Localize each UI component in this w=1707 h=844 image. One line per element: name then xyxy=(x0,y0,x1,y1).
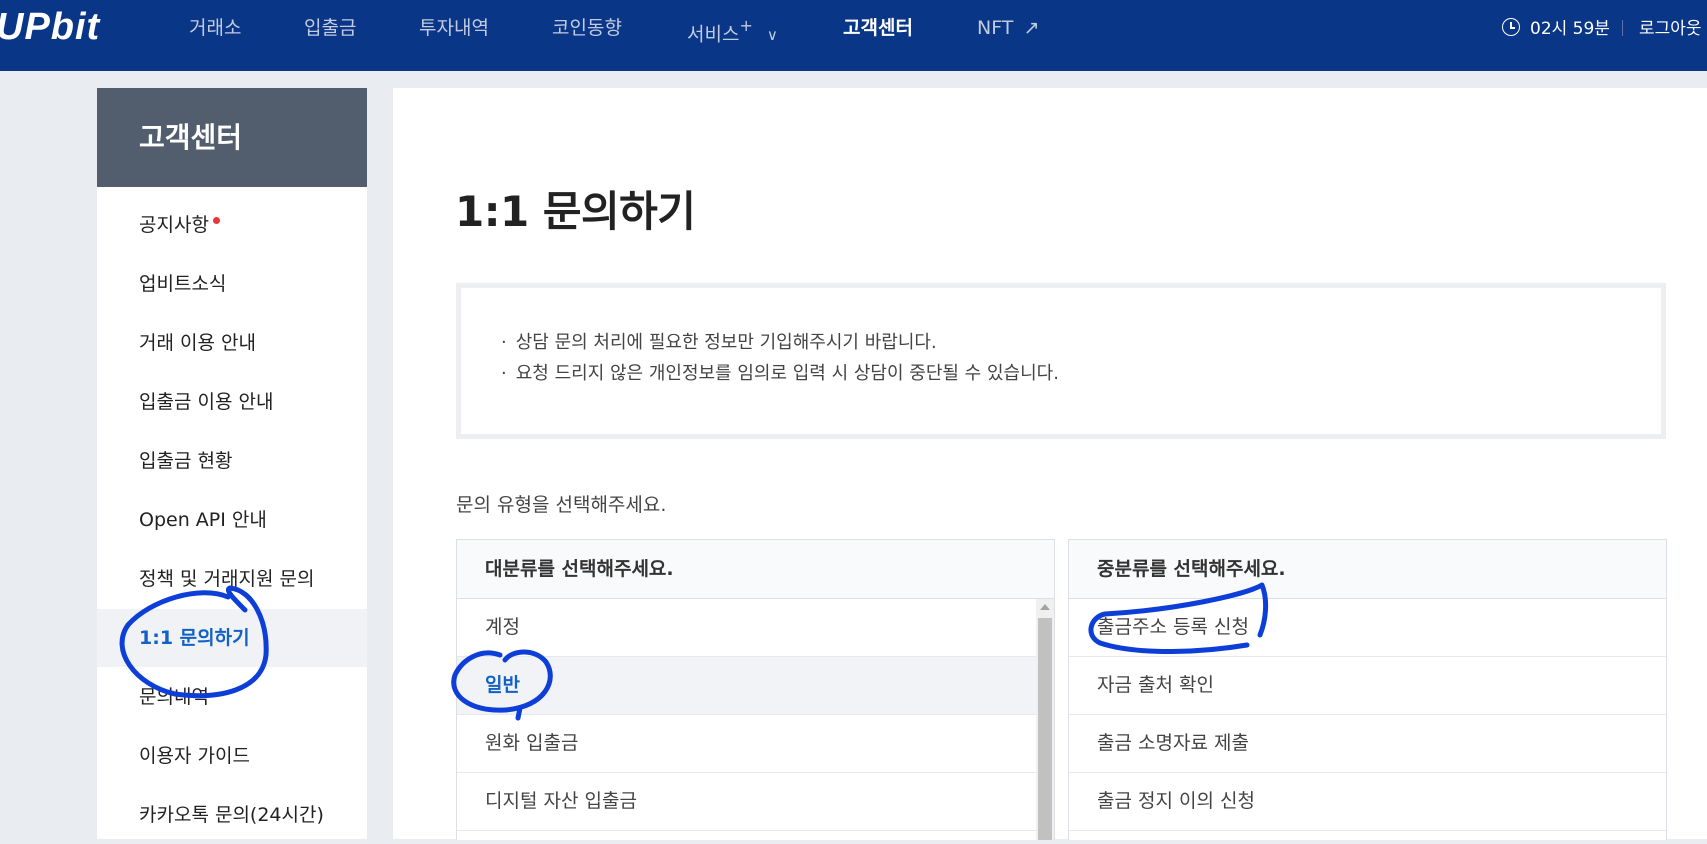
sidebar-item-news[interactable]: 업비트소식 xyxy=(97,255,367,313)
sidebar-item-trading-guide[interactable]: 거래 이용 안내 xyxy=(97,314,367,372)
upbit-logo[interactable]: UPbit xyxy=(0,6,100,49)
minor-option-withdraw-address[interactable]: 출금주소 등록 신청 xyxy=(1069,599,1666,657)
minor-category-list: 중분류를 선택해주세요. 출금주소 등록 신청 자금 출처 확인 출금 소명자료… xyxy=(1068,539,1667,840)
inquiry-type-prompt: 문의 유형을 선택해주세요. xyxy=(456,494,667,516)
session-timer: 02시 59분 xyxy=(1530,19,1610,39)
page-title: 1:1 문의하기 xyxy=(455,187,696,236)
plus-icon: + xyxy=(739,16,753,35)
header-divider xyxy=(1622,20,1623,36)
sidebar-item-one-on-one[interactable]: 1:1 문의하기 xyxy=(97,609,367,667)
nav-nft[interactable]: NFT ↗ xyxy=(977,0,1039,71)
nav-coin-trends[interactable]: 코인동향 xyxy=(552,0,622,71)
sidebar-item-policy-inquiry[interactable]: 정책 및 거래지원 문의 xyxy=(97,550,367,608)
major-option-digital-asset[interactable]: 디지털 자산 입출금 xyxy=(457,773,1054,831)
sidebar-item-notices[interactable]: 공지사항 xyxy=(97,196,367,254)
major-category-list: 대분류를 선택해주세요. 계정 일반 원화 입출금 디지털 자산 입출금 xyxy=(456,539,1055,840)
minor-category-header: 중분류를 선택해주세요. xyxy=(1069,540,1666,599)
sidebar-item-kakaotalk[interactable]: 카카오톡 문의(24시간) xyxy=(97,786,367,844)
new-badge-dot xyxy=(212,217,220,224)
major-option-account[interactable]: 계정 xyxy=(457,599,1054,657)
sidebar-item-open-api[interactable]: Open API 안내 xyxy=(97,491,367,549)
logout-button[interactable]: 로그아웃 xyxy=(1639,14,1702,39)
nav-deposit-withdraw[interactable]: 입출금 xyxy=(304,0,356,71)
clock-icon xyxy=(1502,18,1520,36)
major-option-general[interactable]: 일반 xyxy=(457,657,1054,715)
major-category-header: 대분류를 선택해주세요. xyxy=(457,540,1054,599)
sidebar-item-user-guide[interactable]: 이용자 가이드 xyxy=(97,727,367,785)
notice-box: 상담 문의 처리에 필요한 정보만 기입해주시기 바랍니다. 요청 드리지 않은… xyxy=(456,283,1666,439)
minor-option-withdraw-evidence[interactable]: 출금 소명자료 제출 xyxy=(1069,715,1666,773)
top-navigation-bar: UPbit 거래소 입출금 투자내역 코인동향 서비스+ ∨ 고객센터 NFT … xyxy=(0,0,1707,71)
scrollbar-thumb[interactable] xyxy=(1038,618,1052,840)
notice-line: 상담 문의 처리에 필요한 정보만 기입해주시기 바랍니다. xyxy=(501,328,937,354)
minor-option-fund-source[interactable]: 자금 출처 확인 xyxy=(1069,657,1666,715)
main-content: 1:1 문의하기 상담 문의 처리에 필요한 정보만 기입해주시기 바랍니다. … xyxy=(393,88,1707,840)
nav-exchange[interactable]: 거래소 xyxy=(189,0,241,71)
scroll-up-arrow-icon[interactable] xyxy=(1040,604,1050,610)
nav-customer-center[interactable]: 고객센터 xyxy=(843,0,913,71)
external-link-icon: ↗ xyxy=(1023,17,1040,39)
nav-services[interactable]: 서비스+ ∨ xyxy=(687,0,778,71)
sidebar-item-deposit-guide[interactable]: 입출금 이용 안내 xyxy=(97,373,367,431)
notice-line: 요청 드리지 않은 개인정보를 임의로 입력 시 상담이 중단될 수 있습니다. xyxy=(501,359,1059,385)
sidebar: 고객센터 공지사항 업비트소식 거래 이용 안내 입출금 이용 안내 입출금 현… xyxy=(97,88,367,839)
sidebar-item-deposit-status[interactable]: 입출금 현황 xyxy=(97,432,367,490)
sidebar-title: 고객센터 xyxy=(97,88,367,187)
chevron-down-icon: ∨ xyxy=(766,26,778,45)
minor-option-withdraw-suspension[interactable]: 출금 정지 이의 신청 xyxy=(1069,773,1666,831)
sidebar-item-inquiry-history[interactable]: 문의내역 xyxy=(97,668,367,726)
major-option-krw-deposit[interactable]: 원화 입출금 xyxy=(457,715,1054,773)
nav-investments[interactable]: 투자내역 xyxy=(419,0,489,71)
